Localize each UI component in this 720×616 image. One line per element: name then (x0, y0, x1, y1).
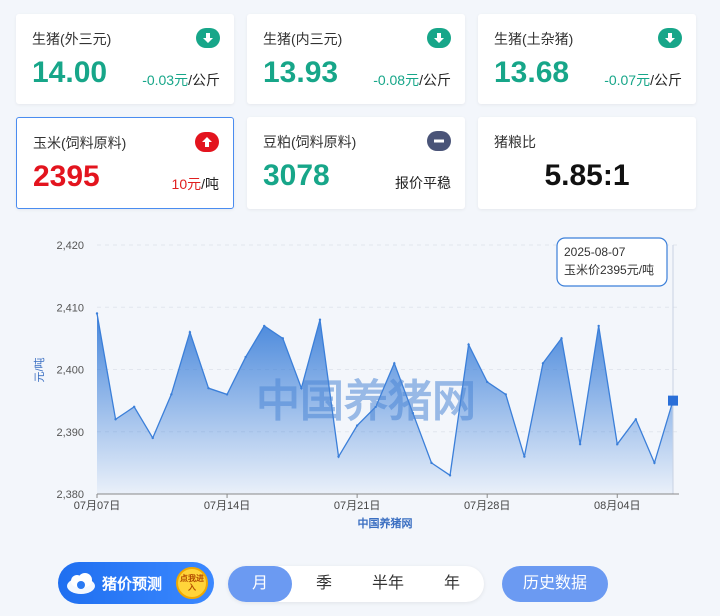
card-pig-outer[interactable]: 生猪(外三元) 14.00 -0.03元/公斤 (16, 14, 234, 104)
down-arrow-icon (658, 28, 682, 48)
chart-tooltip: 2025-08-07 玉米价2395元/吨 (556, 237, 668, 287)
card-label: 玉米(饲料原料) (33, 135, 127, 151)
data-point[interactable] (578, 443, 582, 446)
y-tick-label: 2,410 (56, 302, 84, 314)
down-arrow-icon (196, 28, 220, 48)
card-value: 14.00 (32, 56, 108, 89)
tab-month[interactable]: 月 (228, 566, 292, 602)
x-tick-label: 07月28日 (464, 500, 510, 512)
promo-label: 猪价预测 (102, 576, 163, 593)
data-point[interactable] (616, 443, 619, 446)
card-corn[interactable]: 玉米(饲料原料) 2395 10元/吨 (16, 117, 234, 209)
y-tick-label: 2,390 (56, 427, 84, 439)
data-point[interactable] (225, 393, 229, 396)
card-value: 5.85:1 (544, 159, 630, 192)
up-arrow-icon (195, 132, 219, 152)
card-label: 生猪(内三元) (263, 31, 343, 47)
data-point[interactable] (244, 355, 247, 359)
history-data-button[interactable]: 历史数据 (502, 566, 608, 602)
period-tabs: 月 季 半年 年 (228, 566, 484, 602)
data-point[interactable] (653, 461, 656, 465)
data-point[interactable] (337, 455, 340, 458)
x-axis-label: 中国养猪网 (358, 516, 413, 530)
card-change: -0.03元/公斤 (142, 72, 220, 88)
y-tick-label: 2,400 (56, 365, 84, 377)
card-pig-mixed[interactable]: 生猪(土杂猪) 13.68 -0.07元/公斤 (478, 14, 696, 104)
data-point[interactable] (318, 318, 322, 321)
coin-icon: 点我进入 (176, 567, 208, 599)
card-change: -0.08元/公斤 (373, 72, 451, 88)
card-value: 2395 (33, 160, 100, 193)
card-change: -0.07元/公斤 (604, 72, 682, 88)
card-label: 生猪(土杂猪) (494, 31, 574, 47)
data-point[interactable] (393, 362, 396, 365)
data-point[interactable] (151, 436, 154, 440)
data-point[interactable] (541, 362, 545, 365)
y-tick-label: 2,420 (56, 240, 84, 252)
data-point[interactable] (188, 330, 192, 334)
tab-year[interactable]: 年 (420, 566, 484, 602)
tab-quarter[interactable]: 季 (292, 566, 356, 602)
data-point[interactable] (504, 393, 507, 396)
card-label: 豆粕(饲料原料) (263, 134, 357, 150)
card-value: 3078 (263, 159, 330, 192)
x-tick-label: 08月04日 (594, 500, 640, 512)
data-point[interactable] (95, 312, 99, 315)
card-pig-grain-ratio[interactable]: 猪粮比 5.85:1 (478, 117, 696, 209)
price-chart[interactable]: 2,3802,3902,4002,4102,420 中国养猪网 07月07日 07… (0, 228, 720, 538)
x-tick-label: 07月07日 (74, 500, 120, 512)
data-point[interactable] (597, 324, 600, 328)
data-point[interactable] (430, 461, 433, 465)
cloud-icon (67, 573, 95, 594)
price-forecast-banner[interactable]: 猪价预测 点我进入 (58, 562, 214, 604)
watermark: 中国养猪网 (256, 377, 476, 426)
data-point[interactable] (263, 324, 266, 328)
data-point[interactable] (560, 337, 563, 340)
tooltip-text: 玉米价2395元/吨 (564, 263, 654, 277)
y-axis-label: 元/吨 (33, 357, 46, 382)
highlighted-point[interactable] (668, 395, 678, 406)
tab-half-year[interactable]: 半年 (356, 566, 420, 602)
card-change: 10元/吨 (171, 176, 219, 192)
x-tick-label: 07月21日 (334, 500, 380, 512)
card-value: 13.68 (494, 56, 570, 89)
data-point[interactable] (485, 380, 489, 384)
flat-minus-icon (427, 131, 451, 151)
data-point[interactable] (523, 455, 526, 458)
data-point[interactable] (448, 474, 452, 477)
data-point[interactable] (132, 405, 136, 409)
card-pig-inner[interactable]: 生猪(内三元) 13.93 -0.08元/公斤 (247, 14, 465, 104)
tooltip-date: 2025-08-07 (564, 245, 626, 259)
data-point[interactable] (467, 343, 470, 346)
data-point[interactable] (170, 393, 173, 396)
card-label: 猪粮比 (494, 134, 536, 150)
card-soymeal[interactable]: 豆粕(饲料原料) 3078 报价平稳 (247, 117, 465, 209)
card-status: 报价平稳 (395, 175, 451, 191)
card-value: 13.93 (263, 56, 339, 89)
data-point[interactable] (281, 337, 285, 340)
data-point[interactable] (634, 418, 638, 421)
down-arrow-icon (427, 28, 451, 48)
card-label: 生猪(外三元) (32, 31, 112, 47)
data-point[interactable] (114, 418, 117, 421)
data-point[interactable] (207, 386, 210, 390)
x-tick-label: 07月14日 (204, 500, 250, 512)
